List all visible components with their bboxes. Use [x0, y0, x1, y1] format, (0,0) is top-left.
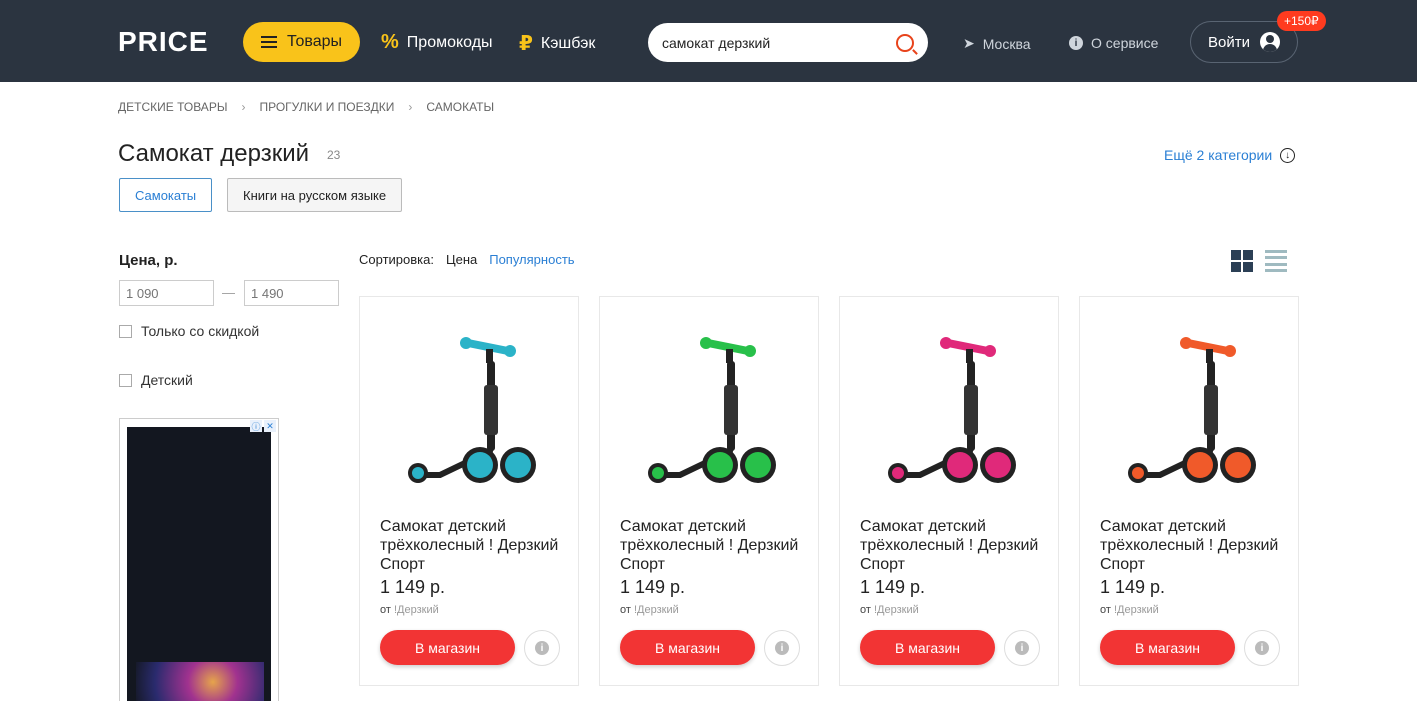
- checkbox-box[interactable]: [119, 324, 132, 338]
- from-label: от: [860, 604, 871, 616]
- discount-only-label: Только со скидкой: [141, 323, 260, 339]
- arrow-down-circle-icon: ↓: [1280, 147, 1296, 163]
- product-shop: от !Дерзкий: [860, 604, 919, 616]
- info-icon: i: [1015, 641, 1029, 655]
- product-title[interactable]: Самокат детский трёхколесный ! Дерзкий С…: [860, 517, 1040, 574]
- to-store-button[interactable]: В магазин: [620, 630, 755, 665]
- kids-label: Детский: [141, 372, 193, 388]
- about-label: О сервисе: [1091, 35, 1159, 51]
- product-price: 1 149 р.: [380, 577, 446, 597]
- chevron-right-icon: ›: [408, 100, 413, 114]
- cashback-label: Кэшбэк: [540, 34, 596, 52]
- search-icon[interactable]: [896, 33, 914, 52]
- more-categories-link[interactable]: Ещё 2 категории ↓: [1164, 147, 1296, 163]
- price-from-input[interactable]: [119, 280, 214, 306]
- promo-label: Промокоды: [406, 33, 493, 51]
- shop-name[interactable]: !Дерзкий: [634, 604, 679, 616]
- price-dash: —: [222, 285, 235, 300]
- chip-scooters[interactable]: Самокаты: [119, 178, 213, 212]
- from-label: от: [1100, 604, 1111, 616]
- to-store-button[interactable]: В магазин: [1100, 630, 1235, 665]
- shop-name[interactable]: !Дерзкий: [394, 604, 439, 616]
- more-categories-label: Ещё 2 категории: [1164, 147, 1273, 163]
- ad-controls: ⓘ ✕: [250, 420, 276, 432]
- product-card[interactable]: Самокат детский трёхколесный ! Дерзкий С…: [359, 296, 579, 686]
- price-to-input[interactable]: [244, 280, 339, 306]
- product-shop: от !Дерзкий: [620, 604, 679, 616]
- product-title[interactable]: Самокат детский трёхколесный ! Дерзкий С…: [1100, 517, 1280, 574]
- bonus-badge: +150₽: [1277, 11, 1326, 31]
- city-label: Москва: [982, 35, 1031, 52]
- scooter-image[interactable]: [400, 325, 540, 495]
- product-card[interactable]: Самокат детский трёхколесный ! Дерзкий С…: [839, 296, 1059, 686]
- breadcrumb-item-kids[interactable]: ДЕТСКИЕ ТОВАРЫ: [118, 100, 227, 114]
- from-label: от: [620, 604, 631, 616]
- product-info-button[interactable]: i: [1004, 630, 1040, 666]
- ad-image: [136, 662, 264, 701]
- sort-popularity[interactable]: Популярность: [489, 252, 574, 267]
- product-info-button[interactable]: i: [524, 630, 560, 666]
- top-header: PRICE Товары % Промокоды ₽ Кэшбэк ➤ Моск…: [0, 0, 1417, 82]
- breadcrumb-item-walks[interactable]: ПРОГУЛКИ И ПОЕЗДКИ: [259, 100, 394, 114]
- menu-icon: [260, 36, 277, 48]
- product-card[interactable]: Самокат детский трёхколесный ! Дерзкий С…: [1079, 296, 1299, 686]
- chevron-right-icon: ›: [241, 100, 246, 114]
- page-title: Самокат дерзкий: [118, 140, 310, 167]
- cashback-link[interactable]: ₽ Кэшбэк: [519, 31, 595, 56]
- grid-view-icon[interactable]: [1231, 250, 1253, 272]
- login-label: Войти: [1208, 33, 1250, 51]
- user-icon: [1259, 32, 1280, 52]
- product-title[interactable]: Самокат детский трёхколесный ! Дерзкий С…: [380, 517, 560, 574]
- kids-checkbox[interactable]: Детский: [119, 372, 193, 388]
- ad-background: [127, 427, 271, 701]
- ruble-icon: ₽: [519, 33, 533, 55]
- search-box: [648, 23, 928, 62]
- ad-close-icon[interactable]: ✕: [264, 420, 276, 432]
- from-label: от: [380, 604, 391, 616]
- sort-price[interactable]: Цена: [446, 252, 477, 267]
- search-input[interactable]: [662, 34, 896, 51]
- ad-banner[interactable]: ⓘ ✕: [119, 418, 279, 701]
- results-count: 23: [327, 148, 341, 162]
- product-title[interactable]: Самокат детский трёхколесный ! Дерзкий С…: [620, 517, 800, 574]
- info-icon: i: [535, 641, 549, 655]
- product-price: 1 149 р.: [620, 577, 686, 597]
- sort-label: Сортировка:: [359, 252, 434, 267]
- location-arrow-icon: ➤: [963, 35, 975, 51]
- info-icon: i: [775, 641, 789, 655]
- promo-link[interactable]: % Промокоды: [381, 31, 493, 54]
- product-info-button[interactable]: i: [764, 630, 800, 666]
- breadcrumb: ДЕТСКИЕ ТОВАРЫ › ПРОГУЛКИ И ПОЕЗДКИ › СА…: [118, 100, 494, 114]
- scooter-image[interactable]: [1120, 325, 1260, 495]
- chip-books[interactable]: Книги на русском языке: [227, 178, 403, 212]
- to-store-button[interactable]: В магазин: [380, 630, 515, 665]
- goods-button[interactable]: Товары: [243, 22, 360, 62]
- breadcrumb-item-scooters[interactable]: САМОКАТЫ: [426, 100, 494, 114]
- price-logo[interactable]: PRICE: [118, 26, 209, 58]
- city-selector[interactable]: ➤ Москва: [963, 35, 1031, 52]
- product-price: 1 149 р.: [1100, 577, 1166, 597]
- list-view-icon[interactable]: [1265, 250, 1287, 272]
- info-icon: i: [1069, 36, 1083, 50]
- shop-name[interactable]: !Дерзкий: [874, 604, 919, 616]
- ad-info-icon[interactable]: ⓘ: [250, 420, 262, 432]
- percent-icon: %: [381, 31, 399, 53]
- sort-bar: Сортировка: Цена Популярность: [359, 252, 575, 267]
- product-shop: от !Дерзкий: [1100, 604, 1159, 616]
- product-card[interactable]: Самокат детский трёхколесный ! Дерзкий С…: [599, 296, 819, 686]
- shop-name[interactable]: !Дерзкий: [1114, 604, 1159, 616]
- discount-only-checkbox[interactable]: Только со скидкой: [119, 323, 259, 339]
- price-filter-title: Цена, р.: [119, 252, 178, 269]
- product-shop: от !Дерзкий: [380, 604, 439, 616]
- product-price: 1 149 р.: [860, 577, 926, 597]
- goods-label: Товары: [286, 33, 343, 50]
- checkbox-box[interactable]: [119, 373, 132, 387]
- info-icon: i: [1255, 641, 1269, 655]
- to-store-button[interactable]: В магазин: [860, 630, 995, 665]
- about-link[interactable]: i О сервисе: [1069, 35, 1158, 51]
- product-info-button[interactable]: i: [1244, 630, 1280, 666]
- scooter-image[interactable]: [640, 325, 780, 495]
- scooter-image[interactable]: [880, 325, 1020, 495]
